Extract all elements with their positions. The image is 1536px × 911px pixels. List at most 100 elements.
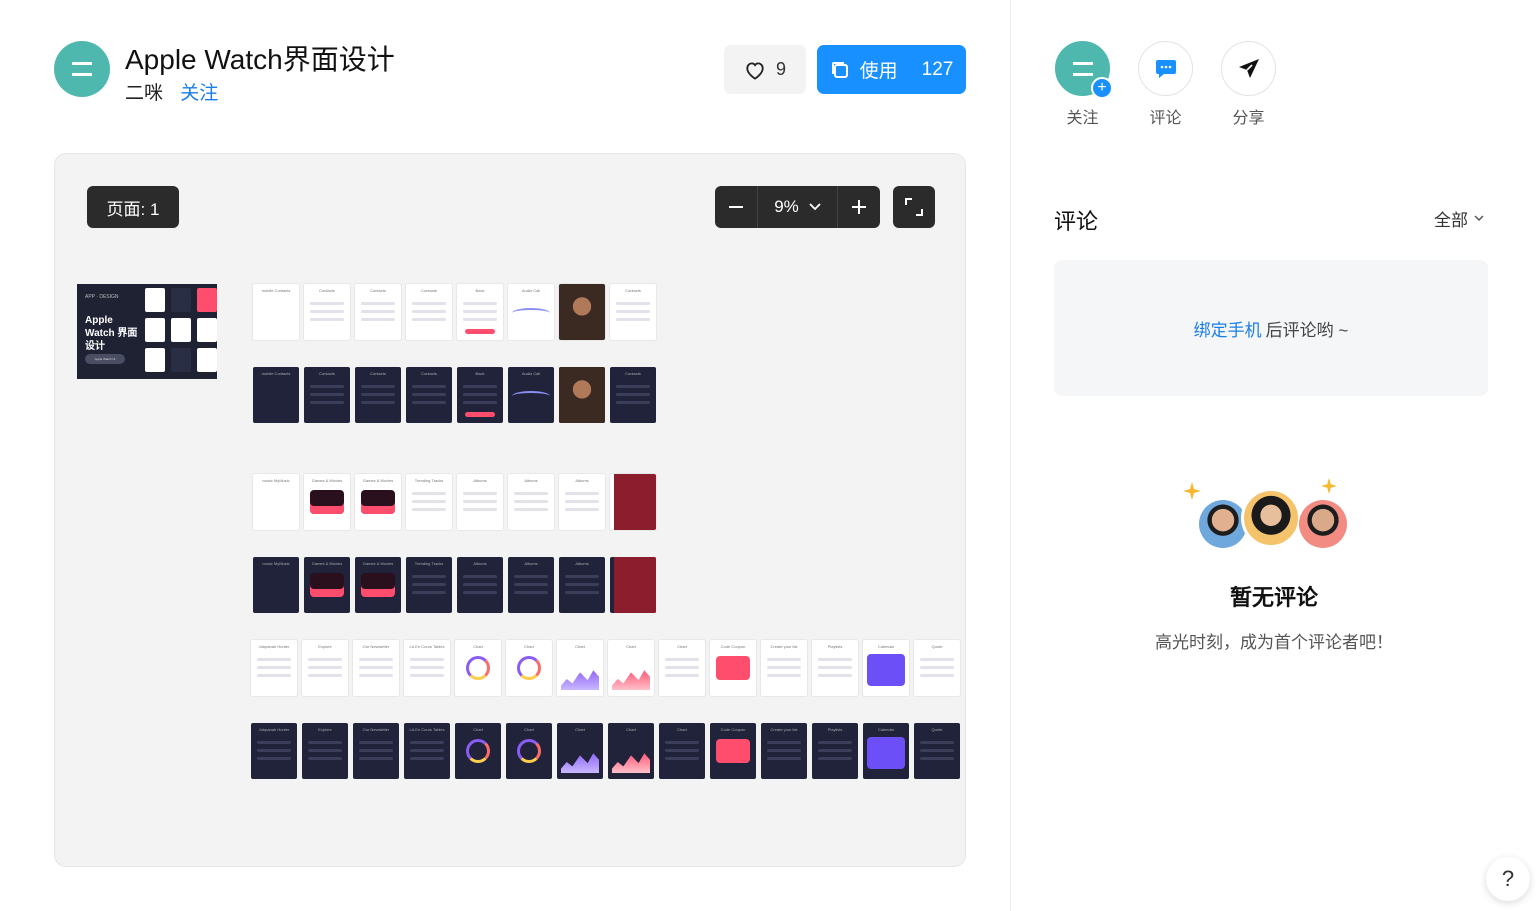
artboard-screen[interactable]: Code Coupon xyxy=(710,640,756,696)
artboard-label: Code Coupon xyxy=(720,644,746,649)
artboard-screen[interactable]: Audio Call xyxy=(508,367,554,423)
artboard-screen[interactable]: Contacts xyxy=(304,284,350,340)
artboard-screen[interactable]: Playlists xyxy=(812,723,858,779)
zoom-out-button[interactable] xyxy=(715,186,757,228)
artboard-screen[interactable]: Create your list xyxy=(761,640,807,696)
artboard-screen[interactable]: Our Newsletter xyxy=(353,723,399,779)
artboard-line xyxy=(310,393,344,396)
artboard-screen[interactable]: Chart xyxy=(608,640,654,696)
artboard-screen[interactable]: Games & Movies xyxy=(355,557,401,613)
follow-action[interactable]: + 关注 xyxy=(1055,41,1113,128)
artboard-screen[interactable]: Explore xyxy=(302,723,348,779)
artboard-screen[interactable]: Albums xyxy=(559,557,605,613)
artboard-screen[interactable]: mobile Contacts xyxy=(253,284,299,340)
zoom-level-select[interactable]: 9% xyxy=(757,186,838,228)
bind-phone-link[interactable]: 绑定手机 xyxy=(1194,316,1262,341)
like-button[interactable]: 9 xyxy=(724,45,806,94)
artboard-screen[interactable]: Contacts xyxy=(304,367,350,423)
artboard-screen[interactable]: Quote xyxy=(914,723,960,779)
artboard-screen[interactable]: Albums xyxy=(610,474,656,530)
artboard-screen[interactable]: Audio Call xyxy=(508,284,554,340)
author-name[interactable]: 二咪 xyxy=(125,83,163,104)
artboard-screen[interactable]: LA En Cours Tables xyxy=(404,723,450,779)
artboard-screen[interactable]: music MyMusic xyxy=(253,474,299,530)
artboard-line xyxy=(767,658,801,661)
artboard-label: Our Newsletter xyxy=(362,644,390,649)
artboard-screen[interactable]: Back xyxy=(457,367,503,423)
design-canvas[interactable]: 页面: 1 9% APP · DESIGN Apple Watch 界面设计 A… xyxy=(54,153,966,867)
artboard-screen[interactable] xyxy=(559,367,605,423)
artboard-screen[interactable]: Games & Movies xyxy=(304,474,350,530)
artboard-screen[interactable]: music MyMusic xyxy=(253,557,299,613)
artboard-screen[interactable]: Playlists xyxy=(812,640,858,696)
use-button[interactable]: 使用 127 xyxy=(817,45,966,94)
artboard-screen[interactable]: Code Coupon xyxy=(710,723,756,779)
artboard-screen[interactable]: Contacts xyxy=(355,367,401,423)
artboard-line xyxy=(920,749,954,752)
artboard-screen[interactable]: Contacts xyxy=(355,284,401,340)
artboard-screen[interactable]: Chart xyxy=(557,723,603,779)
artboard-cover xyxy=(310,490,344,514)
artboard-screen[interactable]: Contacts xyxy=(406,367,452,423)
artboard-screen[interactable]: Chart xyxy=(557,640,603,696)
artboard-screen[interactable]: Albums xyxy=(610,557,656,613)
comments-filter[interactable]: 全部 xyxy=(1434,206,1484,231)
artboard-screen[interactable]: Chart xyxy=(455,723,501,779)
artboard-screen[interactable]: Calendar xyxy=(863,640,909,696)
artboard-line xyxy=(310,310,344,313)
artboard-screen[interactable]: Quote xyxy=(914,640,960,696)
artboard-screen[interactable]: Chart xyxy=(455,640,501,696)
empty-comments-subtitle: 高光时刻，成为首个评论者吧！ xyxy=(1155,633,1393,652)
artboard-screen[interactable]: Contacts xyxy=(610,284,656,340)
cover-artboard[interactable]: APP · DESIGN Apple Watch 界面设计 Apple Watc… xyxy=(77,284,217,379)
artboard-screen[interactable]: Explore xyxy=(302,640,348,696)
artboard-screen[interactable]: Contacts xyxy=(406,284,452,340)
artboard-screen[interactable]: Games & Movies xyxy=(304,557,350,613)
follow-link[interactable]: 关注 xyxy=(180,83,218,104)
artboard-line xyxy=(308,666,342,669)
artboard-label: LA En Cours Tables xyxy=(409,727,445,732)
artboard-label: Games & Movies xyxy=(362,561,394,566)
artboard-screen[interactable]: Trending Tracks xyxy=(406,474,452,530)
artboard-line xyxy=(361,310,395,313)
artboard-screen[interactable]: Chart xyxy=(506,723,552,779)
fullscreen-button[interactable] xyxy=(893,186,935,228)
artboard-screen[interactable]: Jobpanah Hunter xyxy=(251,723,297,779)
artboard-area xyxy=(561,753,599,773)
artboard-screen[interactable]: Albums xyxy=(457,557,503,613)
page-indicator[interactable]: 页面: 1 xyxy=(87,186,179,228)
artboard-screen[interactable]: Trending Tracks xyxy=(406,557,452,613)
empty-comments-title: 暂无评论 xyxy=(1229,585,1318,610)
artboard-line xyxy=(412,575,446,578)
artboard-screen[interactable]: Our Newsletter xyxy=(353,640,399,696)
artboard-screen[interactable]: Contacts xyxy=(610,367,656,423)
artboard-screen[interactable]: Jobpanah Hunter xyxy=(251,640,297,696)
artboard-screen[interactable]: Chart xyxy=(608,723,654,779)
zoom-in-button[interactable] xyxy=(838,186,880,228)
artboard-line xyxy=(767,674,801,677)
artboard-screen[interactable]: Albums xyxy=(559,474,605,530)
comment-action[interactable]: 评论 xyxy=(1138,41,1193,128)
artboard-screen[interactable]: mobile Contacts xyxy=(253,367,299,423)
artboard-screen[interactable]: Chart xyxy=(659,723,705,779)
artboard-line xyxy=(463,508,497,511)
artboard-screen[interactable]: Create your list xyxy=(761,723,807,779)
artboard-screen[interactable]: Albums xyxy=(457,474,503,530)
artboard-row: mobile Contacts Contacts Contacts Contacts B… xyxy=(253,284,656,340)
avatar-glyph-icon xyxy=(72,62,92,76)
artboard-screen[interactable]: Albums xyxy=(508,474,554,530)
help-button[interactable]: ? xyxy=(1486,857,1530,901)
artboard-screen[interactable]: LA En Cours Tables xyxy=(404,640,450,696)
share-action[interactable]: 分享 xyxy=(1221,41,1276,128)
artboard-screen[interactable]: Chart xyxy=(506,640,552,696)
artboard-screen[interactable]: Back xyxy=(457,284,503,340)
artboard-line xyxy=(565,492,599,495)
author-avatar[interactable] xyxy=(54,41,110,97)
artboard-screen[interactable]: Albums xyxy=(508,557,554,613)
artboard-line xyxy=(818,749,852,752)
artboard-screen[interactable]: Games & Movies xyxy=(355,474,401,530)
artboard-screen[interactable]: Chart xyxy=(659,640,705,696)
artboard-ring xyxy=(466,739,490,763)
artboard-screen[interactable] xyxy=(559,284,605,340)
artboard-screen[interactable]: Calendar xyxy=(863,723,909,779)
